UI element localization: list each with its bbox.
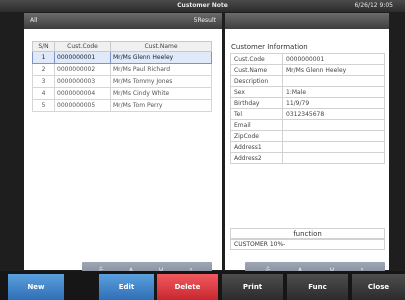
row-name: Mr/Ms Paul Richard [110, 63, 212, 76]
info-row: Tel 0312345678 [230, 108, 385, 120]
field-label: Sex [230, 86, 283, 98]
row-name: Mr/Ms Tom Perry [110, 99, 212, 112]
table-header: S/N Cust.Code Cust.Name [32, 41, 212, 52]
row-code: 0000000004 [54, 87, 111, 100]
info-row: Address1 [230, 141, 385, 153]
customer-list-panel: All 5Result S/N Cust.Code Cust.Name 1 00… [24, 13, 222, 280]
row-sn: 3 [32, 75, 55, 88]
field-label: Tel [230, 108, 283, 120]
field-value[interactable]: 1:Male [282, 86, 385, 98]
table-row[interactable]: 3 0000000003 Mr/Ms Tommy Jones [32, 75, 212, 88]
field-label: Address2 [230, 152, 283, 164]
action-bar: New Edit Delete Print Func Close [0, 271, 405, 300]
row-sn: 2 [32, 63, 55, 76]
list-filter-bar: All 5Result [24, 13, 222, 29]
row-name: Mr/Ms Tommy Jones [110, 75, 212, 88]
row-sn: 5 [32, 99, 55, 112]
filter-all[interactable]: All [30, 17, 37, 24]
info-row: Cust.Code 0000000001 [230, 53, 385, 65]
clock: 6/26/12 9:05 [354, 2, 393, 9]
row-code: 0000000003 [54, 75, 111, 88]
title-bar: Customer Note 6/26/12 9:05 [0, 0, 405, 12]
field-label: Cust.Code [230, 53, 283, 65]
row-sn: 1 [32, 51, 55, 64]
info-row: Description [230, 75, 385, 87]
field-value[interactable]: Mr/Ms Glenn Heeley [282, 64, 385, 76]
info-row: Address2 [230, 152, 385, 164]
table-row[interactable]: 1 0000000001 Mr/Ms Glenn Heeley [32, 51, 212, 64]
field-label: Cust.Name [230, 64, 283, 76]
field-value[interactable]: 0000000001 [282, 53, 385, 65]
info-title: Customer Information [231, 43, 308, 51]
customer-table: S/N Cust.Code Cust.Name 1 0000000001 Mr/… [32, 41, 212, 112]
field-label: Email [230, 119, 283, 131]
table-row[interactable]: 4 0000000004 Mr/Ms Cindy White [32, 87, 212, 100]
table-row[interactable]: 2 0000000002 Mr/Ms Paul Richard [32, 63, 212, 76]
col-sn: S/N [32, 41, 55, 52]
row-name: Mr/Ms Glenn Heeley [110, 51, 212, 64]
close-button[interactable]: Close [352, 274, 405, 300]
row-name: Mr/Ms Cindy White [110, 87, 212, 100]
new-button[interactable]: New [8, 274, 64, 300]
field-value[interactable] [282, 130, 385, 142]
field-label: Description [230, 75, 283, 87]
field-value[interactable]: 11/9/79 [282, 97, 385, 109]
function-header: function [230, 228, 385, 239]
info-row: Email [230, 119, 385, 131]
field-label: Birthday [230, 97, 283, 109]
info-row: Cust.Name Mr/Ms Glenn Heeley [230, 64, 385, 76]
func-button[interactable]: Func [287, 274, 348, 300]
row-sn: 4 [32, 87, 55, 100]
col-name: Cust.Name [110, 41, 212, 52]
field-value[interactable] [282, 75, 385, 87]
row-code: 0000000005 [54, 99, 111, 112]
delete-button[interactable]: Delete [157, 274, 218, 300]
field-value[interactable] [282, 152, 385, 164]
print-button[interactable]: Print [222, 274, 283, 300]
field-value[interactable] [282, 119, 385, 131]
field-value[interactable] [282, 141, 385, 153]
result-count: 5Result [193, 17, 216, 24]
window-title: Customer Note [177, 2, 228, 9]
col-code: Cust.Code [54, 41, 111, 52]
row-code: 0000000001 [54, 51, 111, 64]
field-label: ZipCode [230, 130, 283, 142]
table-row[interactable]: 5 0000000005 Mr/Ms Tom Perry [32, 99, 212, 112]
field-label: Address1 [230, 141, 283, 153]
edit-button[interactable]: Edit [99, 274, 154, 300]
function-value[interactable]: CUSTOMER 10%- [230, 239, 385, 250]
field-value[interactable]: 0312345678 [282, 108, 385, 120]
customer-info-panel: Customer Information Cust.Code 0000000001… [225, 13, 389, 280]
info-row: ZipCode [230, 130, 385, 142]
info-header-bar [225, 13, 389, 29]
info-row: Sex 1:Male [230, 86, 385, 98]
row-code: 0000000002 [54, 63, 111, 76]
info-row: Birthday 11/9/79 [230, 97, 385, 109]
info-table: Cust.Code 0000000001 Cust.Name Mr/Ms Glenn… [230, 53, 385, 164]
